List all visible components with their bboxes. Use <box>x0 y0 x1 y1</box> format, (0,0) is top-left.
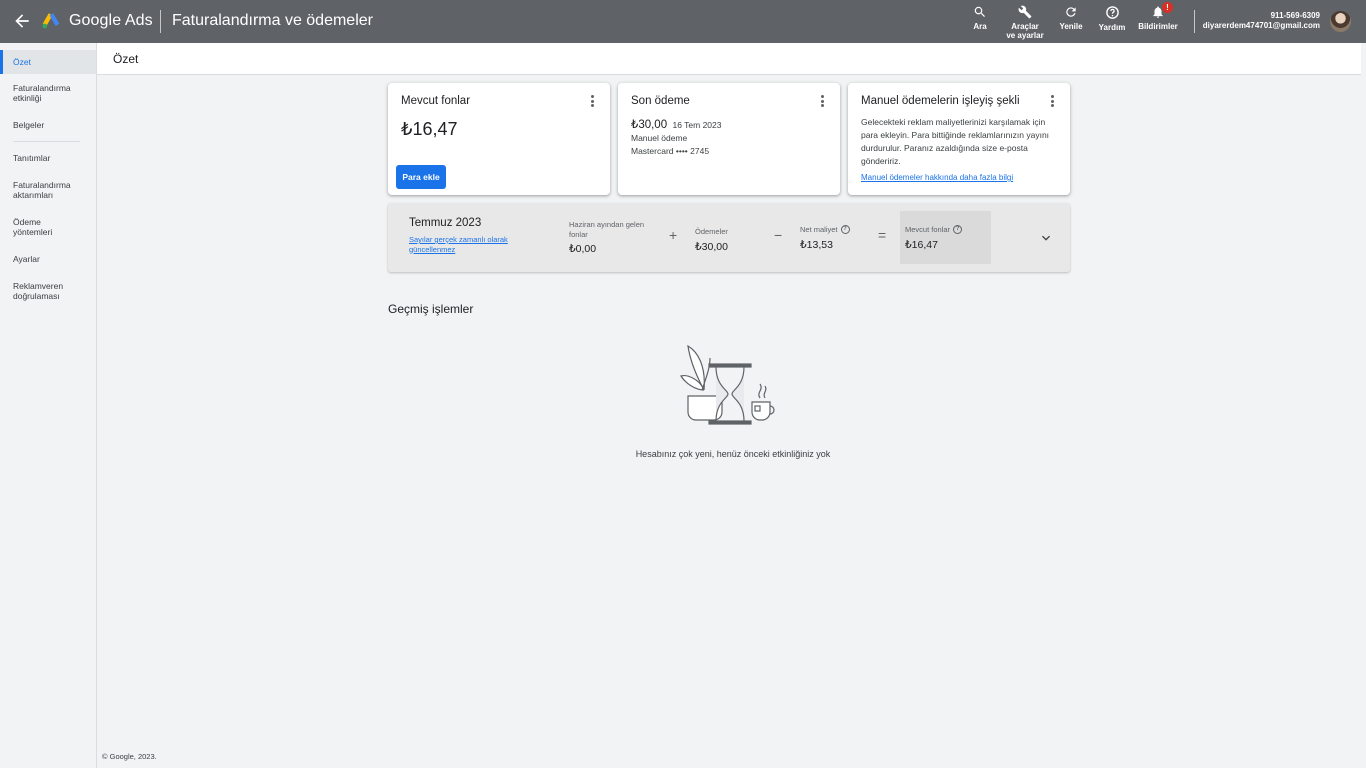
notifications-label: Bildirimler <box>1138 22 1178 31</box>
payments-label: Ödemeler <box>695 227 728 236</box>
notifications-button[interactable]: ! Bildirimler <box>1136 2 1180 31</box>
funds-card-title: Mevcut fonlar <box>401 95 471 107</box>
wrench-icon <box>1018 5 1032 19</box>
sidebar-item-promotions[interactable]: Tanıtımlar <box>0 153 96 163</box>
tools-label-line1: Araçlar <box>1011 22 1039 31</box>
search-label: Ara <box>973 22 987 31</box>
footer-copyright: © Google, 2023. <box>102 752 157 761</box>
help-button[interactable]: Yardım <box>1096 5 1128 32</box>
empty-history-message: Hesabınız çok yeni, henüz önceki etkinli… <box>635 449 831 459</box>
monthly-summary: Temmuz 2023 Sayılar gerçek zamanlı olara… <box>388 203 1070 272</box>
back-arrow-icon[interactable] <box>12 11 32 31</box>
sidebar-item-billing-transfers[interactable]: Faturalandırma aktarımları <box>0 180 80 200</box>
plus-operator: + <box>669 227 678 243</box>
payment-card-info: Mastercard •••• 2745 <box>631 146 710 156</box>
sidebar-item-advertiser-verification[interactable]: Reklamveren doğrulaması <box>0 281 80 301</box>
previous-funds: Haziran ayından gelen fonlar ₺0,00 <box>569 220 664 255</box>
sidebar-item-settings[interactable]: Ayarlar <box>0 254 96 264</box>
last-payment-amount: ₺30,00 <box>631 119 668 131</box>
refresh-button[interactable]: Yenile <box>1057 5 1085 31</box>
page-title: Faturalandırma ve ödemeler <box>172 12 373 29</box>
info-icon[interactable]: ? <box>840 225 850 235</box>
account-divider <box>1194 10 1195 33</box>
last-payment-date: 16 Tem 2023 <box>672 120 722 130</box>
equals-operator: = <box>878 227 887 243</box>
section-title: Özet <box>113 52 139 66</box>
realtime-note-link[interactable]: Sayılar gerçek zamanlı olarak güncellenm… <box>409 235 539 254</box>
manual-payments-title: Manuel ödemelerin işleyiş şekli <box>861 95 1020 107</box>
last-payment-row: ₺30,00 16 Tem 2023 <box>631 117 721 131</box>
more-options-icon[interactable] <box>1051 95 1055 107</box>
available-funds-summary: Mevcut fonlar ? ₺16,47 <box>905 225 963 251</box>
sidebar-divider <box>13 141 80 142</box>
previous-funds-value: ₺0,00 <box>569 243 597 255</box>
learn-more-link[interactable]: Manuel ödemeler hakkında daha fazla bilg… <box>861 173 1013 182</box>
history-title: Geçmiş işlemler <box>388 302 474 316</box>
sidebar-item-billing-activity[interactable]: Faturalandırma etkinliği <box>0 83 96 103</box>
search-button[interactable]: Ara <box>970 5 990 31</box>
more-options-icon[interactable] <box>821 95 825 107</box>
chevron-down-icon[interactable] <box>1038 230 1054 246</box>
account-email[interactable]: diyarerdem474701@gmail.com <box>1203 21 1320 30</box>
manual-payments-card: Manuel ödemelerin işleyiş şekli Gelecekt… <box>848 83 1070 195</box>
available-funds-amount: ₺16,47 <box>401 119 458 139</box>
last-payment-title: Son ödeme <box>631 95 690 107</box>
net-cost-label: Net maliyet <box>800 225 838 234</box>
section-header: Özet <box>97 43 1361 75</box>
header-divider <box>160 10 161 33</box>
payments-value: ₺30,00 <box>695 240 728 253</box>
google-ads-logo-icon[interactable] <box>40 10 62 32</box>
minus-operator: − <box>774 227 783 243</box>
help-icon <box>1105 6 1119 19</box>
help-label: Yardım <box>1098 23 1126 32</box>
funds-card: Mevcut fonlar ₺16,47 Para ekle <box>388 83 610 195</box>
tools-settings-button[interactable]: Araçlar ve ayarlar <box>1004 5 1046 40</box>
account-id[interactable]: 911-569-6309 <box>1271 11 1320 20</box>
net-cost-value: ₺13,53 <box>800 238 833 251</box>
summary-month: Temmuz 2023 <box>409 217 482 229</box>
brand-name[interactable]: Google Ads <box>69 12 153 30</box>
available-funds-label: Mevcut fonlar <box>905 225 951 234</box>
manual-payments-description: Gelecekteki reklam maliyetlerinizi karşı… <box>861 117 1050 166</box>
payments-summary: Ödemeler ₺30,00 <box>695 227 728 253</box>
hourglass-plant-cup-illustration <box>680 344 775 425</box>
available-funds-value: ₺16,47 <box>905 238 938 251</box>
add-money-button[interactable]: Para ekle <box>396 165 446 189</box>
sidebar-item-ozet[interactable]: Özet <box>0 50 96 74</box>
sidebar-item-documents[interactable]: Belgeler <box>0 120 96 130</box>
more-options-icon[interactable] <box>591 95 595 107</box>
refresh-label: Yenile <box>1059 22 1083 31</box>
last-payment-card: Son ödeme ₺30,00 16 Tem 2023 Manuel ödem… <box>618 83 840 195</box>
info-icon[interactable]: ? <box>953 225 963 235</box>
refresh-icon <box>1066 7 1076 17</box>
notification-badge: ! <box>1162 2 1173 13</box>
search-icon <box>974 6 985 17</box>
avatar[interactable] <box>1330 11 1351 32</box>
net-cost-summary: Net maliyet ? ₺13,53 <box>800 225 850 251</box>
top-app-bar: Google Ads Faturalandırma ve ödemeler Ar… <box>0 0 1366 43</box>
tools-label-line2: ve ayarlar <box>1006 31 1044 40</box>
available-label-row: Mevcut fonlar ? <box>905 225 963 235</box>
previous-funds-label: Haziran ayından gelen fonlar <box>569 220 645 239</box>
net-cost-label-row: Net maliyet ? <box>800 225 850 235</box>
sidebar-nav: Özet Faturalandırma etkinliği Belgeler T… <box>0 43 97 768</box>
last-payment-type: Manuel ödeme <box>631 133 688 143</box>
sidebar-item-payment-methods[interactable]: Ödeme yöntemleri <box>0 217 62 237</box>
